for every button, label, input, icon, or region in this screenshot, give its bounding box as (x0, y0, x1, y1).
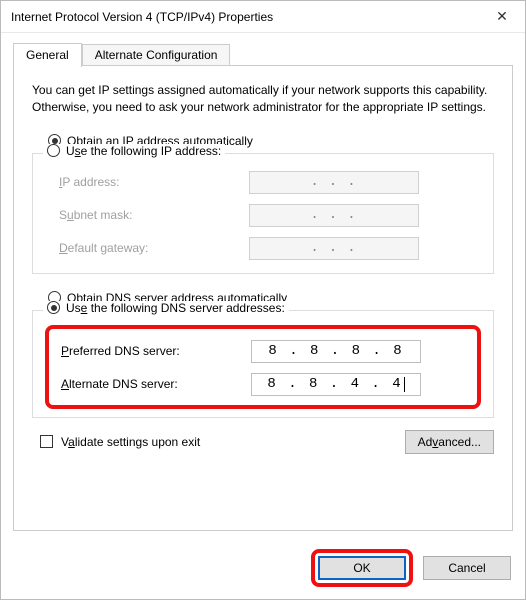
window-title: Internet Protocol Version 4 (TCP/IPv4) P… (11, 10, 479, 24)
highlight-dns-fields: Preferred DNS server: 8 . 8 . 8 . 8 Alte… (45, 325, 481, 409)
advanced-button-label: Advanced... (418, 435, 481, 449)
highlight-ok: OK (311, 549, 413, 587)
cancel-button[interactable]: Cancel (423, 556, 511, 580)
content-area: General Alternate Configuration You can … (1, 33, 525, 539)
label-default-gateway: Default gateway: (59, 241, 249, 255)
input-preferred-dns[interactable]: 8 . 8 . 8 . 8 (251, 340, 421, 363)
tab-alternate[interactable]: Alternate Configuration (82, 44, 231, 66)
input-default-gateway: ... (249, 237, 419, 260)
checkbox-validate[interactable]: Validate settings upon exit (32, 435, 200, 449)
description-text: You can get IP settings assigned automat… (32, 82, 494, 117)
radio-dns-manual[interactable]: Use the following DNS server addresses: (43, 301, 289, 315)
dialog-footer: OK Cancel (1, 539, 525, 599)
radio-dns-manual-label: Use the following DNS server addresses: (66, 301, 285, 315)
radio-icon (47, 301, 60, 314)
input-subnet-mask: ... (249, 204, 419, 227)
bottom-row: Validate settings upon exit Advanced... (32, 430, 494, 454)
input-ip-address: ... (249, 171, 419, 194)
titlebar: Internet Protocol Version 4 (TCP/IPv4) P… (1, 1, 525, 33)
ok-button[interactable]: OK (318, 556, 406, 580)
close-icon[interactable]: ✕ (479, 1, 525, 33)
group-ip-manual: Use the following IP address: IP address… (32, 153, 494, 274)
label-ip-address: IP address: (59, 175, 249, 189)
advanced-button[interactable]: Advanced... (405, 430, 494, 454)
label-subnet-mask: Subnet mask: (59, 208, 249, 222)
tab-page-general: You can get IP settings assigned automat… (13, 65, 513, 531)
label-alternate-dns: Alternate DNS server: (61, 377, 251, 391)
dialog-window: Internet Protocol Version 4 (TCP/IPv4) P… (0, 0, 526, 600)
radio-icon (47, 144, 60, 157)
checkbox-icon (40, 435, 53, 448)
label-preferred-dns: Preferred DNS server: (61, 344, 251, 358)
tab-strip: General Alternate Configuration (13, 43, 513, 66)
input-alternate-dns[interactable]: 8 . 8 . 4 . 4 (251, 373, 421, 396)
radio-ip-manual[interactable]: Use the following IP address: (43, 144, 225, 158)
checkbox-validate-label: Validate settings upon exit (61, 435, 200, 449)
radio-ip-manual-label: Use the following IP address: (66, 144, 221, 158)
group-dns-manual: Use the following DNS server addresses: … (32, 310, 494, 418)
tab-general[interactable]: General (13, 43, 82, 67)
